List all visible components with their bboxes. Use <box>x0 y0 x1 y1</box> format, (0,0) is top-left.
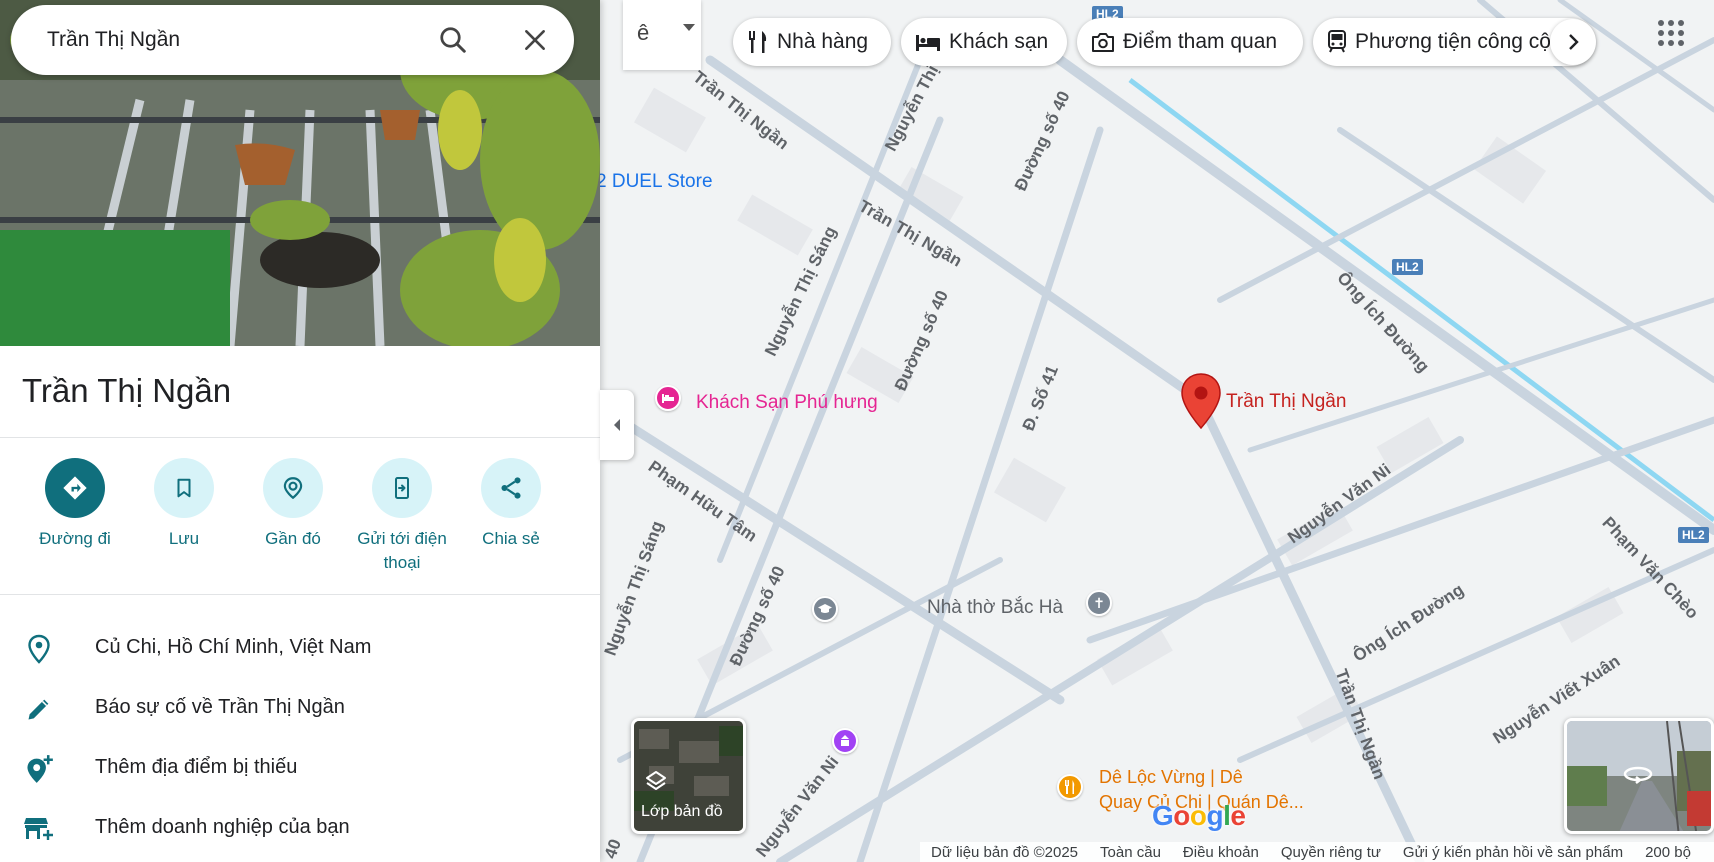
church-icon[interactable]: ✝ <box>1086 590 1112 616</box>
transit-icon <box>1328 30 1346 53</box>
chevron-right-icon <box>1569 34 1579 50</box>
send-to-phone-button[interactable]: Gửi tới điện thoại <box>347 458 457 575</box>
google-logo: Google <box>1152 800 1246 831</box>
action-label: Gửi tới điện thoại <box>357 529 447 572</box>
layers-button[interactable]: Lớp bản đồ <box>631 718 746 834</box>
highway-badge: HL2 <box>1392 259 1423 275</box>
highway-badge: HL2 <box>1678 527 1709 543</box>
nearby-icon <box>283 477 303 500</box>
collapse-panel-button[interactable] <box>600 390 634 460</box>
close-icon <box>525 30 545 50</box>
chip-label: Nhà hàng <box>777 30 869 53</box>
footer-global-link[interactable]: Toàn cầu <box>1100 844 1161 861</box>
search-input[interactable] <box>47 23 427 57</box>
search-icon <box>440 27 466 53</box>
add-business-row[interactable]: Thêm doanh nghiệp của bạn <box>0 802 600 854</box>
search-box <box>11 5 574 75</box>
chips-next-button[interactable] <box>1550 19 1596 65</box>
chip-label: Điểm tham quan <box>1123 30 1278 53</box>
chevron-left-icon <box>614 419 620 431</box>
report-issue-row[interactable]: Báo sự cố về Trần Thị Ngần <box>0 682 600 734</box>
clear-search-button[interactable] <box>517 22 553 58</box>
pencil-icon <box>28 699 49 720</box>
google-apps-button[interactable] <box>1656 18 1692 54</box>
divider <box>0 437 600 438</box>
address-row[interactable]: Củ Chi, Hồ Chí Minh, Việt Nam <box>0 622 600 674</box>
street-view-button[interactable] <box>1564 718 1714 834</box>
layers-icon <box>646 771 666 790</box>
add-business-icon <box>24 818 53 840</box>
directions-button[interactable]: Đường đi <box>20 458 130 551</box>
share-button[interactable]: Chia sẻ <box>456 458 566 551</box>
restaurant-icon <box>749 31 767 53</box>
map-data-attribution[interactable]: Dữ liệu bản đồ ©2025 <box>931 844 1078 861</box>
camera-icon <box>1092 33 1114 52</box>
footer-terms-link[interactable]: Điều khoản <box>1183 844 1259 861</box>
place-marker-icon[interactable] <box>1180 372 1222 430</box>
poi-label[interactable]: Nhà thờ Bắc Hà <box>927 597 1063 619</box>
nearby-button[interactable]: Gần đó <box>238 458 348 551</box>
action-label: Gần đó <box>265 529 321 548</box>
input-tools-button[interactable]: ê <box>623 0 701 70</box>
add-place-row[interactable]: Thêm địa điểm bị thiếu <box>0 742 600 794</box>
poi-label[interactable]: Trần Thị Ngần <box>1226 391 1346 413</box>
add-business-text: Thêm doanh nghiệp của bạn <box>95 816 350 838</box>
directions-icon <box>63 476 87 500</box>
input-tools-label: ê <box>637 20 650 45</box>
map-footer: Dữ liệu bản đồ ©2025 Toàn cầu Điều khoản… <box>920 842 1714 862</box>
place-title: Trần Thị Ngần <box>22 372 232 409</box>
search-button[interactable] <box>435 22 471 58</box>
rotate-360-icon <box>1623 766 1653 784</box>
footer-feedback-link[interactable]: Gửi ý kiến phản hồi về sản phẩm <box>1403 844 1623 861</box>
school-icon[interactable] <box>812 596 838 622</box>
chip-restaurants[interactable]: Nhà hàng <box>733 18 891 66</box>
chip-label: Khách sạn <box>949 30 1049 53</box>
bookmark-icon <box>177 478 191 498</box>
share-icon <box>501 477 521 499</box>
action-label: Chia sẻ <box>482 529 540 548</box>
poi-label[interactable]: 2 DUEL Store <box>596 171 713 193</box>
poi-label[interactable]: Khách Sạn Phú hưng <box>696 392 878 414</box>
restaurant-icon[interactable] <box>1057 774 1083 800</box>
chip-label: Phương tiện công cộng <box>1355 30 1575 53</box>
action-label: Lưu <box>168 529 200 548</box>
poi-label[interactable]: Dê Lộc Vừng | Dê <box>1099 767 1243 788</box>
layers-label: Lớp bản đồ <box>641 803 723 820</box>
add-place-text: Thêm địa điểm bị thiếu <box>95 756 298 778</box>
add-place-icon <box>27 755 53 783</box>
location-pin-icon <box>28 634 50 664</box>
temple-icon[interactable] <box>832 728 858 754</box>
hotel-icon[interactable] <box>655 385 681 411</box>
save-button[interactable]: Lưu <box>129 458 239 551</box>
apps-grid-icon <box>1658 20 1684 46</box>
chip-hotels[interactable]: Khách sạn <box>901 18 1067 66</box>
report-issue-text: Báo sự cố về Trần Thị Ngần <box>95 696 345 718</box>
action-label: Đường đi <box>39 529 111 548</box>
hotel-icon <box>916 35 940 51</box>
address-text: Củ Chi, Hồ Chí Minh, Việt Nam <box>95 636 372 658</box>
place-panel: Trần Thị Ngần Đường đi Lưu Gần đó Gửi tớ… <box>0 0 600 862</box>
chevron-down-icon <box>683 24 695 31</box>
send-to-phone-icon <box>395 477 409 499</box>
chip-attractions[interactable]: Điểm tham quan <box>1077 18 1303 66</box>
footer-privacy-link[interactable]: Quyền riêng tư <box>1281 844 1381 861</box>
divider <box>0 594 600 595</box>
scale-label[interactable]: 200 bộ <box>1645 844 1691 861</box>
